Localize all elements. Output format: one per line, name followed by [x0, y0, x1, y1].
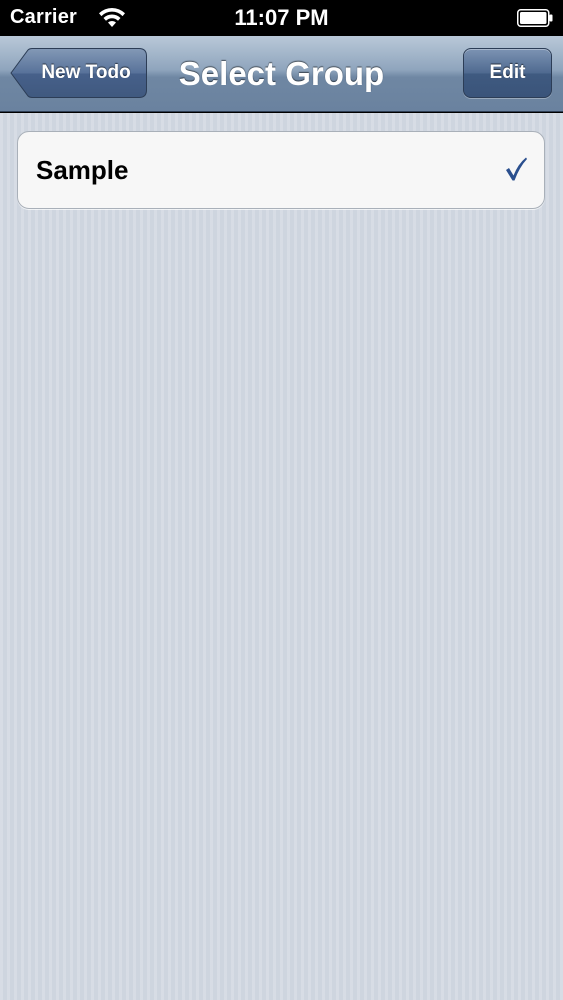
navigation-bar: New Todo Select Group Edit	[0, 36, 563, 112]
group-list: Sample	[17, 131, 545, 209]
back-button-label: New Todo	[41, 62, 131, 83]
status-bar: Carrier 11:07 PM	[0, 0, 563, 36]
checkmark-icon	[506, 157, 527, 181]
content-area: Sample	[0, 113, 563, 1000]
back-button[interactable]: New Todo	[9, 48, 147, 98]
phone-screen: Carrier 11:07 PM New Todo Select Group E…	[0, 0, 563, 1000]
edit-button[interactable]: Edit	[463, 48, 552, 98]
list-item-sample[interactable]: Sample	[18, 132, 544, 208]
battery-icon	[517, 9, 553, 27]
list-item-label: Sample	[36, 155, 129, 185]
status-time: 11:07 PM	[234, 5, 329, 30]
